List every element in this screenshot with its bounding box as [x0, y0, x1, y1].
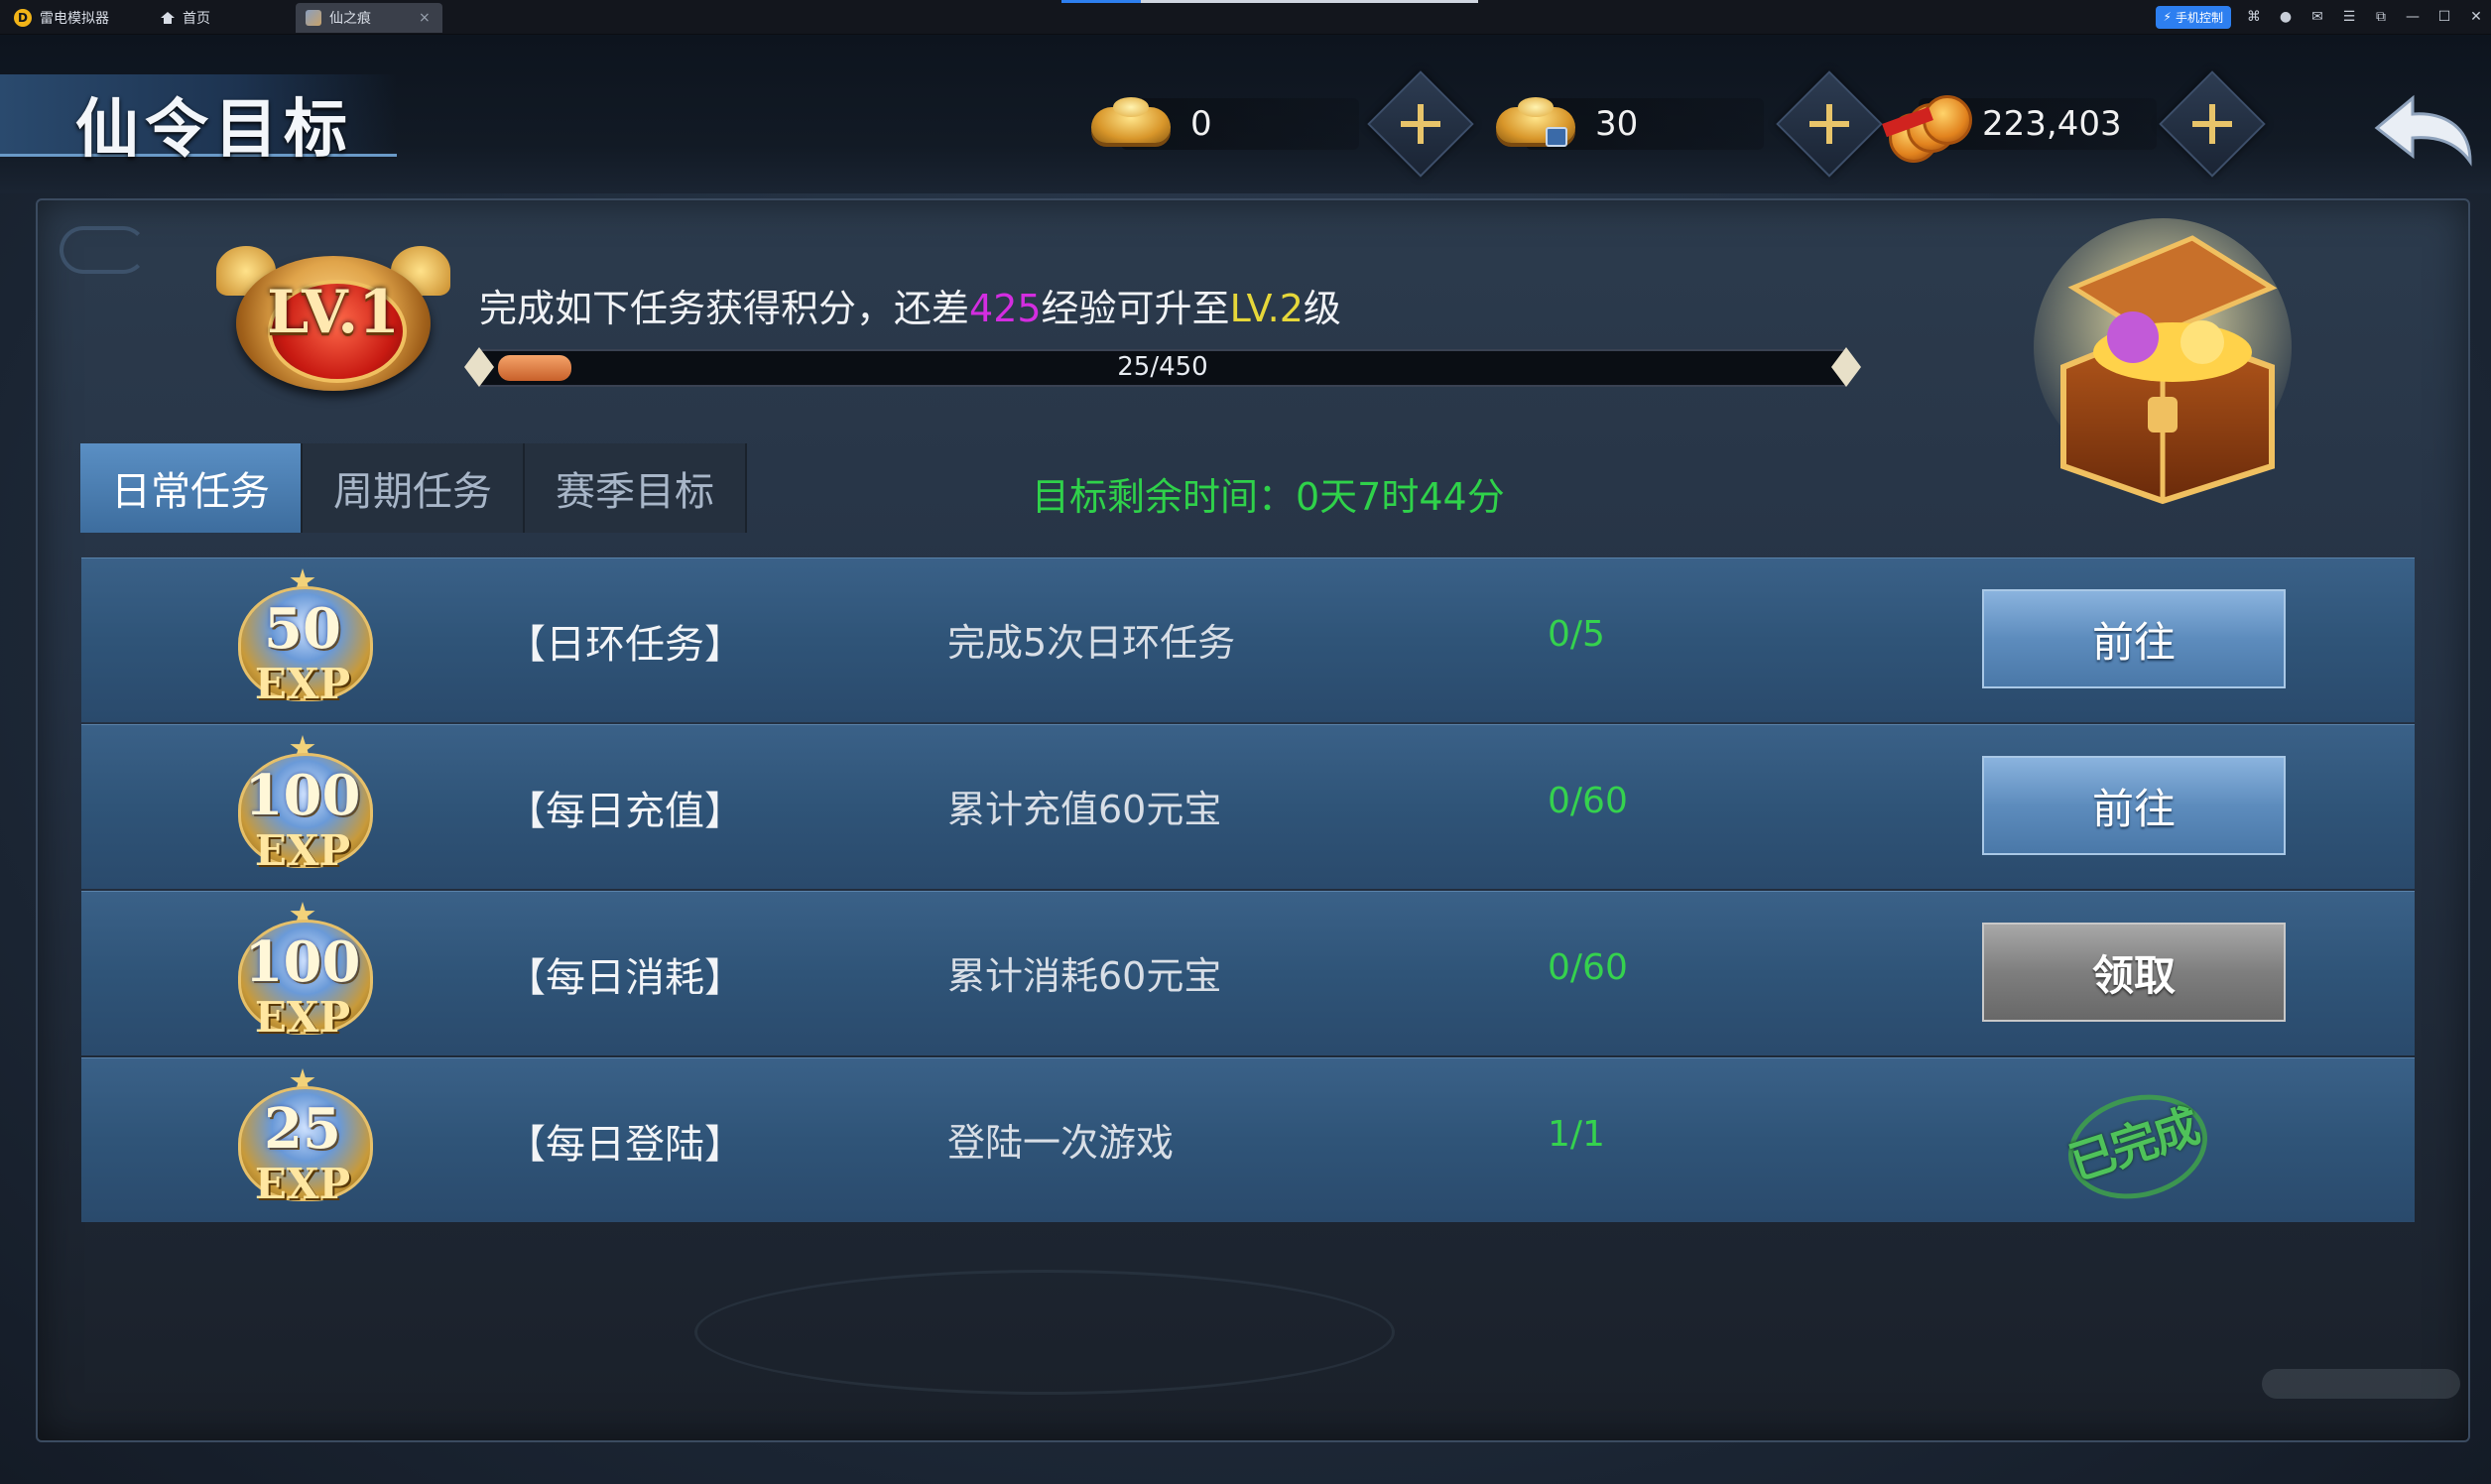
bound-ingot-icon: [1486, 89, 1575, 159]
level-badge: LV.1: [216, 238, 450, 393]
task-description: 登陆一次游戏: [947, 1121, 1175, 1165]
task-row: 25 EXP 【每日登陆】 登陆一次游戏 1/1 已完成: [81, 1057, 2415, 1222]
desc-suffix: 级: [1303, 287, 1341, 330]
decor-mist: [694, 1270, 1395, 1395]
add-gold-button[interactable]: [1367, 70, 1474, 178]
phone-control-button[interactable]: ⚡ 手机控制: [2155, 5, 2231, 29]
loading-indicator: [1061, 0, 1478, 3]
desc-mid: 经验可升至: [1041, 287, 1230, 330]
completed-stamp-icon: 已完成: [2056, 1080, 2219, 1213]
exp-amount: 100: [244, 763, 361, 828]
emulator-title-bar: D 雷电模拟器 首页 仙之痕 × ⚡ 手机控制 ⌘ ● ✉ ☰ ⧉ — ☐ ✕: [0, 0, 2491, 35]
menu-icon[interactable]: ☰: [2340, 8, 2358, 26]
task-name: 【每日充值】: [506, 789, 744, 834]
tab-home[interactable]: 首页: [151, 3, 220, 33]
tab-home-label: 首页: [183, 11, 210, 27]
tab-season[interactable]: 赛季目标: [525, 443, 747, 533]
tab-periodic[interactable]: 周期任务: [303, 443, 525, 533]
currency-coin: 223,403: [1879, 70, 2266, 178]
window-controls: ⚡ 手机控制 ⌘ ● ✉ ☰ ⧉ — ☐ ✕: [2155, 4, 2485, 30]
gamepad-icon[interactable]: ⌘: [2245, 8, 2263, 26]
tab-game[interactable]: 仙之痕 ×: [296, 3, 442, 33]
desc-needed-exp: 425: [969, 287, 1042, 330]
top-bar: 仙令目标 0 30 223,403: [0, 35, 2491, 193]
remaining-time: 目标剩余时间：0天7时44分: [1032, 475, 1505, 519]
currency-bound-gold: 30: [1486, 70, 1883, 178]
go-button[interactable]: 前往: [1982, 756, 2286, 855]
level-description: 完成如下任务获得积分，还差425经验可升至LV.2级: [479, 278, 1341, 332]
task-name: 【每日登陆】: [506, 1122, 744, 1168]
decor-cloud: [2262, 1369, 2460, 1399]
desc-next-level: LV.2: [1229, 287, 1304, 330]
restore-icon[interactable]: ⧉: [2372, 8, 2390, 26]
gold-value: 0: [1190, 104, 1212, 144]
lock-icon: [1546, 127, 1567, 147]
claim-button[interactable]: 领取: [1982, 923, 2286, 1022]
level-badge-text: LV.1: [267, 278, 400, 347]
go-button[interactable]: 前往: [1982, 589, 2286, 688]
minimize-icon[interactable]: —: [2404, 8, 2422, 26]
task-progress: 0/60: [1548, 947, 1628, 988]
task-description: 累计消耗60元宝: [947, 954, 1222, 998]
back-button[interactable]: [2371, 84, 2480, 174]
tab-game-label: 仙之痕: [329, 11, 371, 27]
task-row: 100 EXP 【每日消耗】 累计消耗60元宝 0/60 领取: [81, 891, 2415, 1055]
task-tabs: 日常任务 周期任务 赛季目标: [80, 443, 747, 533]
tab-close-icon[interactable]: ×: [419, 10, 431, 26]
exp-progress-label: 25/450: [1117, 352, 1208, 382]
task-name: 【每日消耗】: [506, 955, 744, 1001]
exp-medal-icon: 100 EXP: [228, 735, 377, 882]
phone-control-label: 手机控制: [2175, 10, 2223, 25]
close-icon[interactable]: ✕: [2467, 8, 2485, 26]
lightning-icon: ⚡: [2163, 10, 2172, 24]
maximize-icon[interactable]: ☐: [2435, 8, 2453, 26]
currency-gold: 0: [1081, 70, 1474, 178]
treasure-chest-icon[interactable]: [2024, 218, 2302, 506]
desc-prefix: 完成如下任务获得积分，还差: [479, 287, 970, 330]
task-progress: 0/5: [1548, 614, 1605, 655]
task-progress: 1/1: [1548, 1114, 1605, 1155]
decor-swirl: [60, 226, 147, 274]
task-description: 完成5次日环任务: [947, 621, 1236, 665]
add-coin-button[interactable]: [2159, 70, 2266, 178]
emulator-logo-icon: D: [14, 9, 32, 27]
coin-value: 223,403: [1982, 104, 2122, 144]
back-arrow-icon: [2374, 94, 2472, 167]
exp-medal-icon: 50 EXP: [228, 568, 377, 715]
emulator-app-name: 雷电模拟器: [40, 11, 109, 27]
exp-label: EXP: [254, 993, 351, 1042]
game-icon: [306, 10, 321, 26]
task-row: 50 EXP 【日环任务】 完成5次日环任务 0/5 前往: [81, 557, 2415, 722]
page-title: 仙令目标: [75, 92, 353, 167]
exp-medal-icon: 25 EXP: [228, 1068, 377, 1215]
exp-amount: 25: [264, 1096, 341, 1162]
exp-medal-icon: 100 EXP: [228, 902, 377, 1049]
add-bound-gold-button[interactable]: [1776, 70, 1883, 178]
task-list: 50 EXP 【日环任务】 完成5次日环任务 0/5 前往 100 EXP 【每…: [81, 557, 2415, 1224]
task-name: 【日环任务】: [506, 622, 744, 668]
exp-progress-bar: 25/450: [464, 347, 1861, 387]
task-row: 100 EXP 【每日充值】 累计充值60元宝 0/60 前往: [81, 724, 2415, 889]
exp-amount: 50: [264, 596, 341, 662]
bound-gold-value: 30: [1595, 104, 1639, 144]
user-icon[interactable]: ●: [2277, 8, 2295, 26]
home-icon: [161, 12, 175, 24]
mail-icon[interactable]: ✉: [2308, 8, 2326, 26]
exp-label: EXP: [254, 1160, 351, 1208]
gold-ingot-icon: [1081, 89, 1171, 159]
copper-coin-icon: [1879, 89, 1972, 163]
exp-amount: 100: [244, 929, 361, 995]
exp-label: EXP: [254, 826, 351, 875]
exp-label: EXP: [254, 660, 351, 708]
emulator-app-tab[interactable]: D 雷电模拟器: [4, 3, 119, 33]
task-description: 累计充值60元宝: [947, 788, 1222, 831]
tab-daily[interactable]: 日常任务: [80, 443, 303, 533]
task-progress: 0/60: [1548, 781, 1628, 821]
